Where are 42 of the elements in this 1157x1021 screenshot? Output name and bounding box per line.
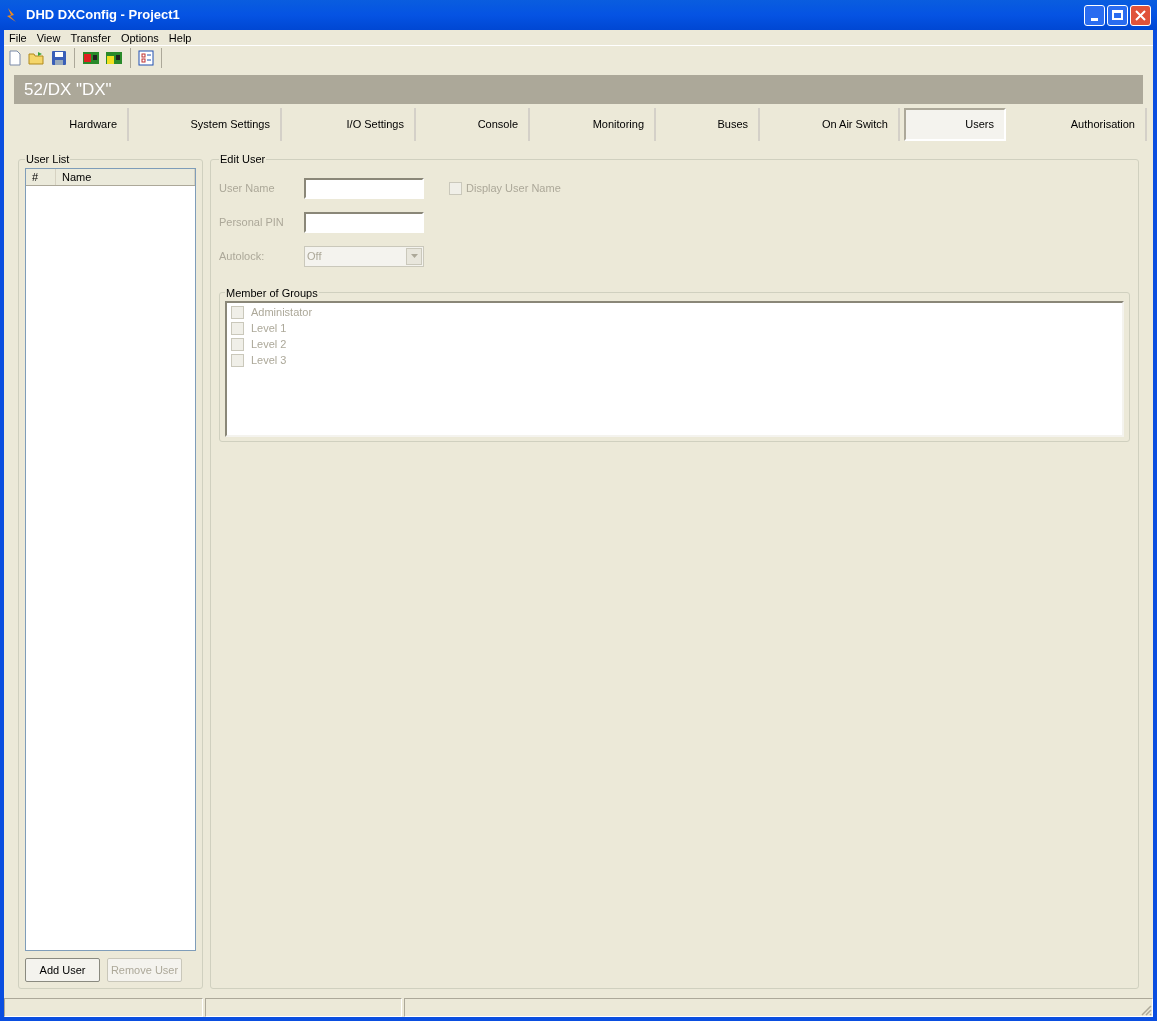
window-title: DHD DXConfig - Project1: [26, 6, 180, 25]
new-file-icon[interactable]: [7, 50, 23, 66]
tab[interactable]: I/O Settings: [282, 108, 416, 141]
close-icon: [1135, 9, 1146, 21]
tab[interactable]: Buses: [656, 108, 760, 141]
field-label: Autolock:: [219, 248, 266, 264]
checkbox-label: Level 1: [251, 320, 287, 336]
circuit-board-icon[interactable]: [105, 50, 123, 66]
maximize-button[interactable]: [1107, 4, 1128, 26]
menu-item[interactable]: File: [4, 29, 32, 46]
checkbox-label: Display User Name: [466, 180, 561, 196]
list-action-button[interactable]: Add User: [25, 958, 100, 982]
field-label: User Name: [219, 180, 276, 196]
tab[interactable]: Users: [904, 108, 1006, 141]
tab[interactable]: Authorisation: [1006, 108, 1147, 141]
circuit-board-icon[interactable]: [82, 50, 100, 66]
column-header[interactable]: Name: [56, 168, 195, 185]
checkbox-label: Administator: [251, 304, 313, 320]
save-icon[interactable]: [51, 50, 67, 66]
tab[interactable]: Console: [416, 108, 530, 141]
app-logo-icon: [6, 7, 18, 23]
tab[interactable]: On Air Switch: [760, 108, 900, 141]
menu-item[interactable]: View: [31, 29, 66, 46]
open-folder-icon[interactable]: [28, 50, 46, 66]
checkbox-label: Level 2: [251, 336, 287, 352]
close-button[interactable]: [1130, 4, 1151, 26]
group-title: Member of Groups: [225, 285, 319, 301]
minimize-button[interactable]: [1084, 4, 1105, 26]
group-title: User List: [25, 152, 71, 167]
tab[interactable]: System Settings: [129, 108, 282, 141]
tab[interactable]: Monitoring: [530, 108, 656, 141]
device-title: 52/DX "DX": [24, 78, 112, 101]
group-title: Edit User: [219, 152, 267, 167]
checkbox-label: Level 3: [251, 352, 287, 368]
resize-grip-icon[interactable]: [1140, 1004, 1152, 1016]
checklist-window-icon[interactable]: [138, 50, 154, 66]
tab[interactable]: Hardware: [14, 108, 129, 141]
column-header[interactable]: #: [26, 168, 56, 185]
menu-item[interactable]: Transfer: [65, 29, 116, 46]
menu-item[interactable]: Options: [115, 29, 164, 46]
field-label: Personal PIN: [219, 214, 285, 230]
menu-item[interactable]: Help: [163, 29, 197, 46]
